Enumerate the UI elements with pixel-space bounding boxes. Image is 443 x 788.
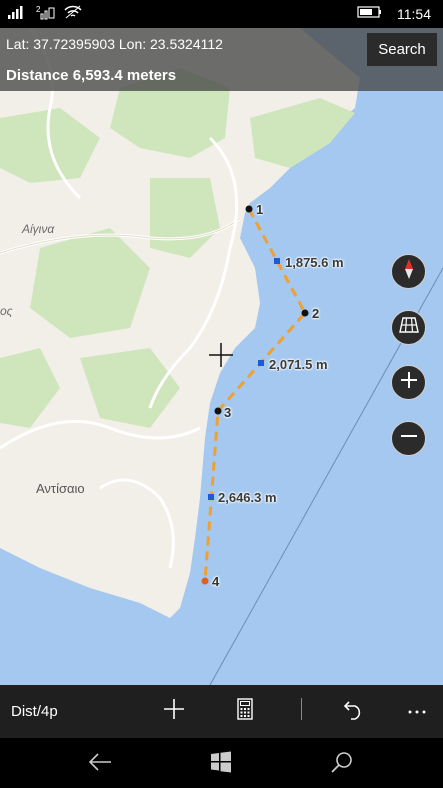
add-point-button[interactable] [156,693,192,729]
zoom-out-icon [400,427,418,450]
segment-marker-3 [208,494,214,500]
compass-button[interactable] [391,254,426,289]
back-button[interactable] [82,746,118,782]
route-point-label: 4 [212,574,220,589]
status-icons: 2 [8,4,82,24]
segment-distance-label: 2,071.5 m [269,357,328,372]
svg-text:2: 2 [36,5,41,14]
search-button[interactable]: Search [367,33,437,66]
route-point-2 [301,309,309,317]
route-point-label: 3 [224,405,232,420]
back-icon [88,752,112,777]
status-right: 11:54 [357,4,431,24]
more-button[interactable] [399,693,435,729]
calculator-button[interactable] [227,693,263,729]
coordinates-readout: Lat: 37.72395903 Lon: 23.5324112 [6,36,223,52]
segment-distance-label: 1,875.6 m [285,255,344,270]
compass-icon [403,259,415,284]
more-icon [407,702,427,720]
add-icon [163,698,185,725]
map-view[interactable]: Αίγινα Αντίσαιο ος 1 2 3 4 1,875.6 m 2,0… [0,28,443,685]
app-root: 2 11:54 Αίγινα Αντίσαιο ος 1 2 3 4 1,875… [0,0,443,788]
route-point-4 [201,577,209,585]
signal-icon [8,5,28,24]
status-bar: 2 11:54 [0,0,443,28]
zoom-in-icon [400,371,418,394]
route-point-3 [214,407,222,415]
place-label-partial: ος [0,304,13,318]
search-icon [331,751,353,778]
map-canvas [0,28,443,685]
info-header: Lat: 37.72395903 Lon: 23.5324112 Distanc… [0,28,443,91]
segment-marker-1 [274,258,280,264]
undo-icon [343,698,365,725]
home-button[interactable] [203,746,239,782]
total-distance: Distance 6,593.4 meters [6,67,177,84]
sim2-signal-icon: 2 [36,4,56,25]
segment-distance-label: 2,646.3 m [218,490,277,505]
route-point-1 [245,205,253,213]
zoom-out-button[interactable] [391,421,426,456]
wifi-icon [64,5,82,24]
route-point-label: 2 [312,306,320,321]
search-nav-button[interactable] [324,746,360,782]
calculator-icon [237,697,253,725]
mode-label[interactable]: Dist/4p [11,703,58,720]
map-type-button[interactable] [391,310,426,345]
app-bar-separator [301,698,302,720]
clock: 11:54 [397,6,431,22]
map-type-icon [398,317,419,338]
app-bar: Dist/4p [0,685,443,738]
place-label-aigina: Αίγινα [22,222,55,236]
place-label-antisaio: Αντίσαιο [36,481,85,496]
battery-icon [357,5,383,24]
zoom-in-button[interactable] [391,365,426,400]
nav-bar [0,738,443,788]
route-point-label: 1 [256,202,264,217]
undo-button[interactable] [336,693,372,729]
windows-icon [210,751,232,778]
segment-marker-2 [258,360,264,366]
